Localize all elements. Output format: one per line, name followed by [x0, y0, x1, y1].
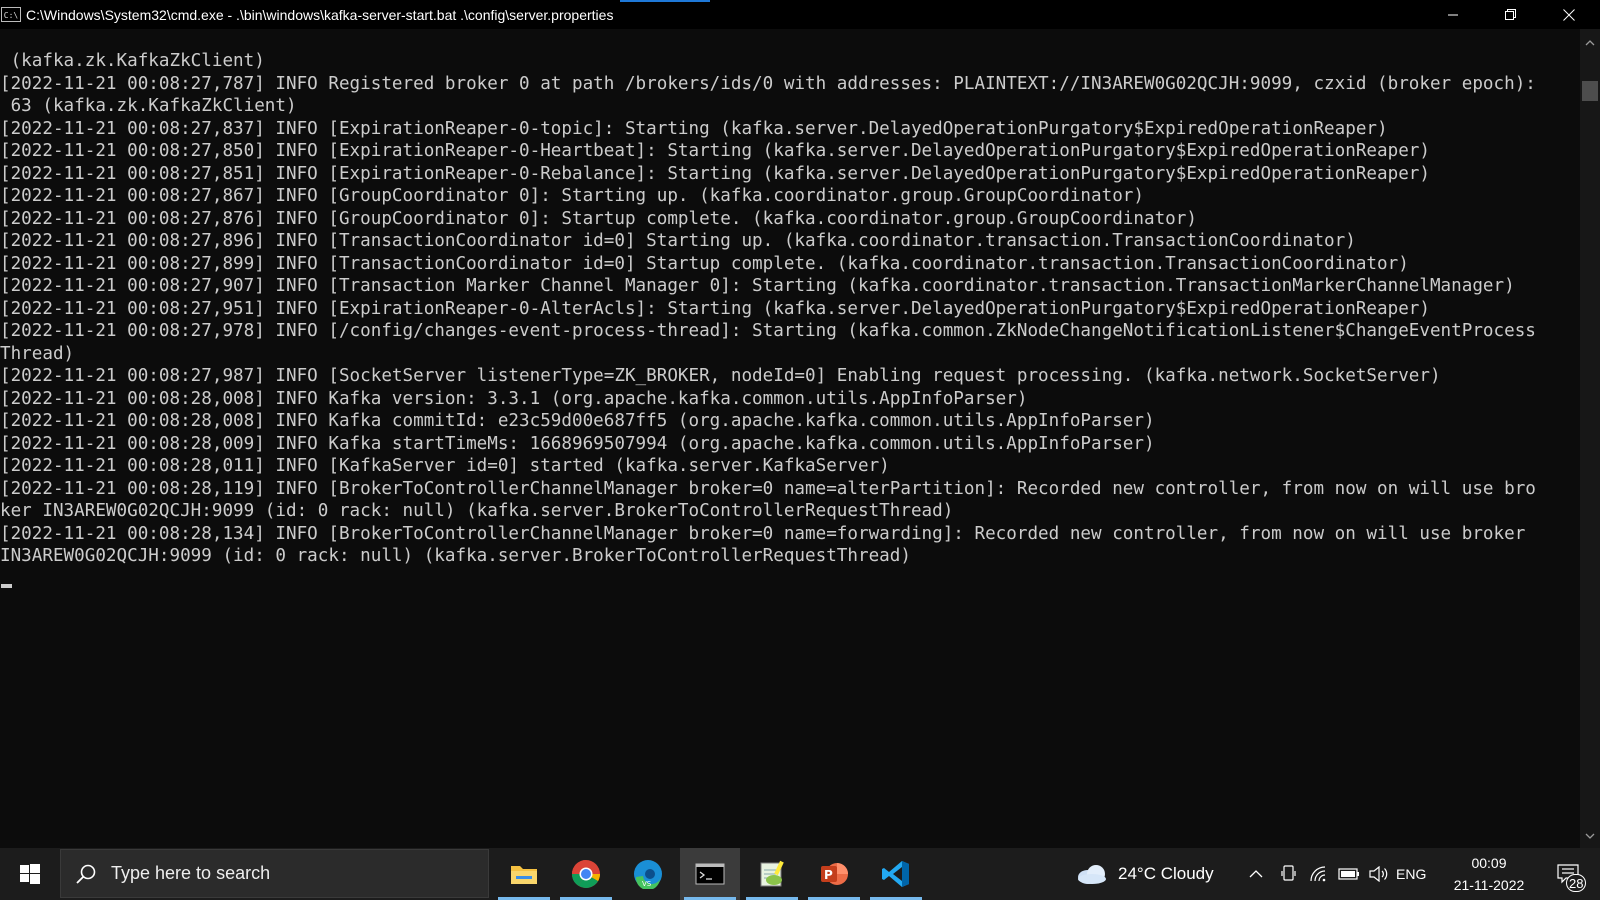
action-center-button[interactable]: 28: [1548, 848, 1588, 900]
notification-count-badge: 28: [1566, 874, 1587, 892]
taskbar-app-vscode[interactable]: [866, 848, 926, 900]
chrome-icon: [572, 860, 600, 888]
taskbar-app-powerpoint[interactable]: P: [804, 848, 864, 900]
powerpoint-icon: P: [821, 863, 848, 885]
weather-widget[interactable]: 24°C Cloudy: [1076, 848, 1214, 900]
edge-icon: VS: [634, 860, 662, 889]
battery-icon: [1338, 868, 1359, 880]
language-indicator[interactable]: ENG: [1396, 848, 1426, 900]
folder-icon: [511, 866, 537, 884]
taskbar: Type here to search VS P 24°C Cloudy ENG…: [0, 848, 1600, 900]
svg-text:VS: VS: [642, 880, 652, 888]
search-icon: [75, 862, 99, 886]
terminal-log-text: (kafka.zk.KafkaZkClient) [2022-11-21 00:…: [0, 51, 1536, 566]
search-placeholder: Type here to search: [111, 863, 271, 883]
start-button[interactable]: [0, 848, 60, 900]
taskbar-app-chrome[interactable]: [556, 848, 616, 900]
close-button[interactable]: [1540, 0, 1598, 29]
taskbar-app-command-prompt[interactable]: [680, 848, 740, 900]
notepad-icon: [760, 860, 784, 887]
vertical-scrollbar[interactable]: [1580, 29, 1600, 848]
scroll-up-button[interactable]: [1580, 33, 1600, 53]
taskbar-clock[interactable]: 00:09 21-11-2022: [1440, 852, 1538, 896]
terminal-icon: [695, 863, 725, 885]
chevron-up-icon: [1249, 870, 1263, 878]
minimize-icon: [1448, 14, 1458, 15]
tray-battery[interactable]: [1335, 848, 1363, 900]
close-icon: [1563, 8, 1575, 21]
device-icon: [1281, 865, 1296, 881]
window-titlebar[interactable]: C:\ C:\Windows\System32\cmd.exe - .\bin\…: [0, 0, 1600, 29]
clock-time: 00:09: [1471, 855, 1507, 871]
taskbar-app-file-explorer[interactable]: [494, 848, 554, 900]
scrollbar-thumb[interactable]: [1582, 81, 1598, 101]
cloud-icon: [1078, 865, 1106, 884]
tray-meet-now[interactable]: [1276, 848, 1302, 900]
cmd-app-icon[interactable]: C:\: [1, 7, 21, 22]
taskbar-app-notepad-plus-plus[interactable]: [742, 848, 802, 900]
wifi-icon: [1310, 866, 1326, 882]
restore-button[interactable]: [1482, 0, 1540, 29]
vscode-icon: [882, 861, 909, 887]
tray-network[interactable]: [1306, 848, 1332, 900]
terminal-output-area[interactable]: (kafka.zk.KafkaZkClient) [2022-11-21 00:…: [0, 29, 1580, 848]
clock-date: 21-11-2022: [1453, 877, 1525, 893]
show-hidden-icons-button[interactable]: [1244, 848, 1268, 900]
taskbar-search-box[interactable]: Type here to search: [60, 849, 489, 898]
taskbar-app-edge[interactable]: VS: [618, 848, 678, 900]
window-title: C:\Windows\System32\cmd.exe - .\bin\wind…: [26, 6, 614, 23]
windows-logo-icon: [20, 864, 40, 884]
title-progress-indicator: [620, 0, 710, 2]
weather-text: 24°C Cloudy: [1118, 864, 1214, 883]
chevron-up-icon: [1585, 40, 1595, 46]
minimize-button[interactable]: [1424, 0, 1482, 29]
restore-icon: [1505, 8, 1516, 20]
speaker-icon: [1369, 866, 1388, 882]
svg-text:P: P: [824, 868, 833, 882]
chevron-down-icon: [1585, 833, 1595, 839]
scroll-down-button[interactable]: [1580, 826, 1600, 846]
tray-volume[interactable]: [1366, 848, 1392, 900]
terminal-cursor: [1, 584, 12, 588]
